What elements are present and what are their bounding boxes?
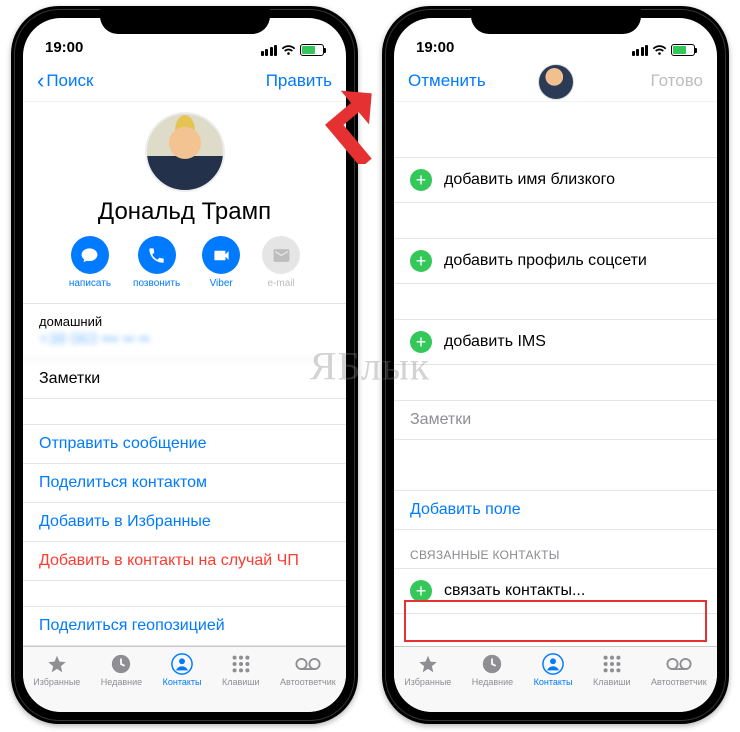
notch	[100, 6, 270, 34]
edit-contact-view: + добавить имя близкого + добавить профи…	[394, 102, 717, 646]
notes-cell[interactable]: Заметки	[23, 360, 346, 399]
add-ims-row[interactable]: + добавить IMS	[394, 320, 717, 365]
plus-icon: +	[410, 250, 432, 272]
add-emergency-link[interactable]: Добавить в контакты на случай ЧП	[23, 542, 346, 581]
plus-icon: +	[410, 331, 432, 353]
person-icon	[169, 653, 195, 675]
notch	[471, 6, 641, 34]
voicemail-icon	[666, 653, 692, 675]
phone-number[interactable]: +38 063 ••• •• ••	[23, 331, 346, 360]
cancel-button[interactable]: Отменить	[408, 71, 486, 91]
phone-right: 19:00 Отменить Готово +	[382, 6, 729, 724]
clock-icon	[479, 653, 505, 675]
phone-left: 19:00 ‹ Поиск Править Дональд Тр	[11, 6, 358, 724]
done-button[interactable]: Готово	[651, 71, 704, 91]
tab-bar: Избранные Недавние Контакты Клавиши Авто…	[394, 646, 717, 712]
battery-icon	[671, 44, 695, 56]
wifi-icon	[652, 45, 667, 56]
tab-keypad[interactable]: Клавиши	[222, 653, 260, 712]
add-field-link[interactable]: Добавить поле	[394, 490, 717, 530]
keypad-icon	[228, 653, 254, 675]
status-time: 19:00	[416, 39, 454, 56]
keypad-icon	[599, 653, 625, 675]
clock-icon	[108, 653, 134, 675]
plus-icon: +	[410, 580, 432, 602]
message-icon	[71, 236, 109, 274]
person-icon	[540, 653, 566, 675]
phone-type-label: домашний	[23, 304, 346, 331]
tab-voicemail[interactable]: Автоответчик	[280, 653, 336, 712]
notes-field[interactable]: Заметки	[394, 401, 717, 440]
tab-recents[interactable]: Недавние	[472, 653, 513, 712]
phone-icon	[138, 236, 176, 274]
call-action[interactable]: позвонить	[133, 236, 180, 289]
add-favorite-link[interactable]: Добавить в Избранные	[23, 503, 346, 542]
linked-contacts-header: СВЯЗАННЫЕ КОНТАКТЫ	[394, 530, 717, 568]
status-time: 19:00	[45, 39, 83, 56]
send-message-link[interactable]: Отправить сообщение	[23, 425, 346, 464]
contact-name: Дональд Трамп	[23, 198, 346, 226]
battery-icon	[300, 44, 324, 56]
quick-actions: написать позвонить Viber e-mail	[23, 236, 346, 304]
tab-bar: Избранные Недавние Контакты Клавиши Авто…	[23, 646, 346, 712]
add-social-row[interactable]: + добавить профиль соцсети	[394, 239, 717, 284]
mail-icon	[262, 236, 300, 274]
email-action: e-mail	[262, 236, 300, 289]
contact-view: Дональд Трамп написать позвонить Viber	[23, 102, 346, 646]
tab-contacts[interactable]: Контакты	[163, 653, 202, 712]
star-icon	[44, 653, 70, 675]
plus-icon: +	[410, 169, 432, 191]
back-button[interactable]: ‹ Поиск	[37, 70, 93, 92]
tab-keypad[interactable]: Клавиши	[593, 653, 631, 712]
tab-contacts[interactable]: Контакты	[534, 653, 573, 712]
tab-favorites[interactable]: Избранные	[404, 653, 451, 712]
voicemail-icon	[295, 653, 321, 675]
signal-icon	[632, 45, 649, 56]
chevron-left-icon: ‹	[37, 70, 44, 92]
video-icon	[202, 236, 240, 274]
contact-avatar-small[interactable]	[538, 64, 574, 100]
edit-button[interactable]: Править	[266, 71, 332, 91]
star-icon	[415, 653, 441, 675]
add-related-row[interactable]: + добавить имя близкого	[394, 158, 717, 203]
link-contacts-row[interactable]: + связать контакты...	[394, 568, 717, 614]
nav-bar: ‹ Поиск Править	[23, 60, 346, 102]
contact-avatar[interactable]	[145, 112, 225, 192]
message-action[interactable]: написать	[69, 236, 111, 289]
tab-recents[interactable]: Недавние	[101, 653, 142, 712]
share-location-link[interactable]: Поделиться геопозицией	[23, 607, 346, 646]
video-action[interactable]: Viber	[202, 236, 240, 289]
wifi-icon	[281, 45, 296, 56]
share-contact-link[interactable]: Поделиться контактом	[23, 464, 346, 503]
tab-voicemail[interactable]: Автоответчик	[651, 653, 707, 712]
signal-icon	[261, 45, 278, 56]
tab-favorites[interactable]: Избранные	[33, 653, 80, 712]
